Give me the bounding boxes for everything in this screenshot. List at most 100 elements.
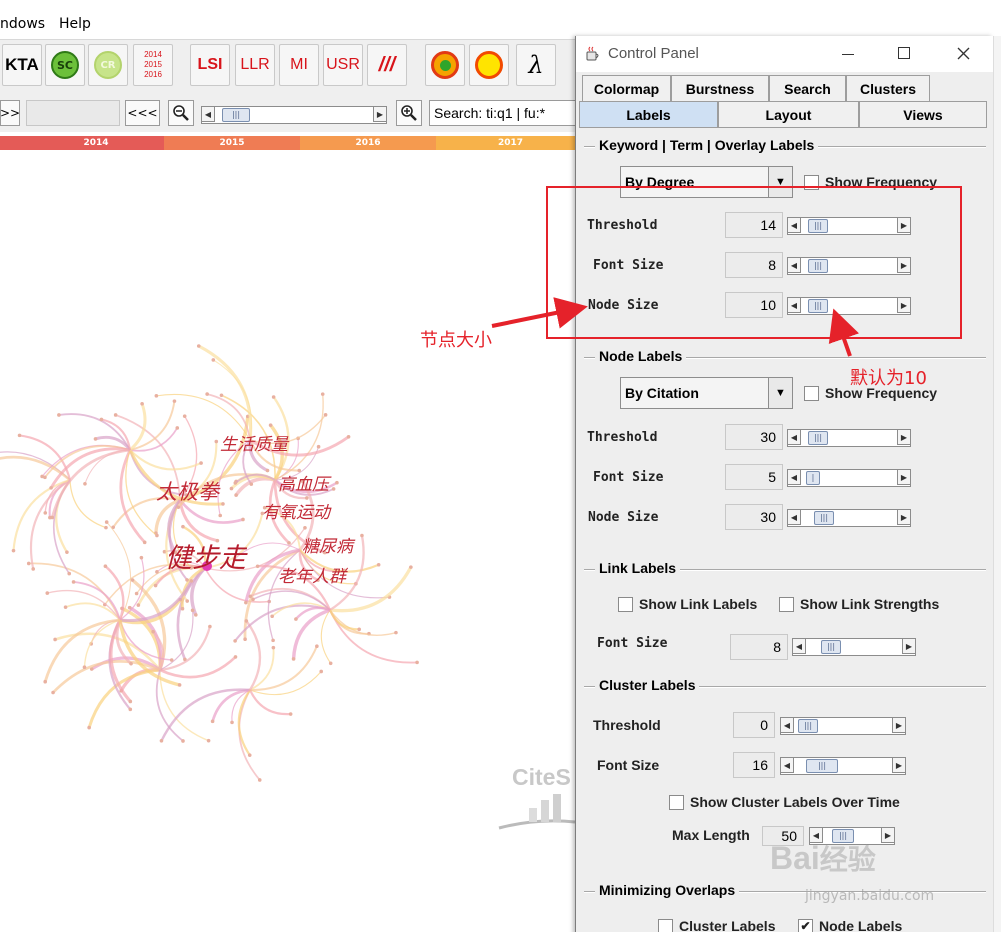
network-node[interactable] (244, 619, 249, 623)
network-node[interactable] (136, 603, 141, 607)
network-node[interactable] (287, 541, 291, 545)
scroll-left-arrow[interactable]: ◀ (201, 106, 215, 122)
forward-button[interactable]: >> (0, 100, 20, 126)
network-node[interactable] (210, 719, 215, 724)
network-node[interactable] (142, 540, 147, 545)
overlap-cluster-labels[interactable]: Cluster Labels (658, 918, 775, 932)
search-field[interactable]: Search: ti:q1 | fu:* (429, 100, 579, 126)
checkbox-checked[interactable]: ✔ (798, 918, 813, 932)
zoom-in-button[interactable] (396, 100, 422, 126)
checkbox-unchecked[interactable] (669, 794, 684, 810)
slider-left-arrow[interactable]: ◀ (780, 757, 794, 773)
close-icon[interactable] (957, 47, 970, 60)
network-node[interactable] (180, 606, 185, 611)
network-node[interactable] (189, 579, 194, 583)
network-node[interactable] (243, 637, 247, 642)
label-elderly[interactable]: 老年人群 (278, 562, 346, 587)
label-diabetes[interactable]: 糖尿病 (302, 532, 353, 557)
slider-right-arrow[interactable]: ▶ (881, 827, 895, 843)
blank-field[interactable] (26, 100, 120, 126)
tab-clusters[interactable]: Clusters (846, 75, 930, 101)
network-node[interactable] (172, 399, 177, 403)
slider-left-arrow[interactable]: ◀ (787, 469, 801, 485)
usr-button[interactable]: USR (323, 44, 363, 86)
network-node[interactable] (57, 413, 61, 417)
network-node[interactable] (255, 564, 260, 569)
network-node[interactable] (270, 614, 274, 619)
node-font-size-slider[interactable]: ◀ | ▶ (787, 469, 911, 487)
network-node[interactable] (151, 629, 155, 634)
network-node[interactable] (251, 597, 255, 602)
network-node[interactable] (257, 778, 262, 782)
network-node[interactable] (128, 707, 133, 712)
cluster-threshold-value[interactable]: 0 (733, 712, 775, 738)
network-node[interactable] (49, 486, 53, 490)
network-node[interactable] (43, 475, 47, 480)
tab-colormap[interactable]: Colormap (582, 75, 671, 101)
cluster-threshold-slider[interactable]: ◀ ||| ▶ (780, 717, 906, 735)
menu-windows[interactable]: ndows (0, 16, 45, 32)
network-node[interactable] (214, 439, 219, 444)
network-node[interactable] (175, 426, 180, 430)
network-node[interactable] (139, 555, 144, 560)
zoom-out-button[interactable] (168, 100, 194, 126)
slider-right-arrow[interactable]: ▶ (892, 757, 906, 773)
node-node-size-slider[interactable]: ◀ ||| ▶ (787, 509, 911, 527)
slider-left-arrow[interactable]: ◀ (792, 638, 806, 654)
tab-burstness[interactable]: Burstness (671, 75, 769, 101)
network-node[interactable] (113, 413, 118, 417)
cluster-font-size-slider[interactable]: ◀ ||| ▶ (780, 757, 906, 775)
network-node[interactable] (194, 613, 198, 617)
slider-right-arrow[interactable]: ▶ (902, 638, 916, 654)
network-node[interactable] (199, 461, 203, 465)
network-node[interactable] (185, 599, 190, 603)
label-taichi[interactable]: 太极拳 (156, 476, 219, 506)
kta-button[interactable]: KTA (2, 44, 42, 86)
network-node[interactable] (45, 591, 50, 595)
network-node[interactable] (153, 583, 158, 588)
sc-button[interactable]: SC (45, 44, 85, 86)
network-node[interactable] (185, 578, 189, 582)
network-node[interactable] (206, 738, 211, 743)
network-node[interactable] (288, 712, 293, 716)
checkbox-unchecked[interactable] (658, 918, 673, 932)
network-node[interactable] (241, 517, 245, 522)
node-threshold-value[interactable]: 30 (725, 424, 783, 450)
cr-button[interactable]: CR (88, 44, 128, 86)
slider-right-arrow[interactable]: ▶ (897, 509, 911, 525)
network-node[interactable] (87, 725, 91, 730)
network-node[interactable] (328, 661, 333, 666)
network-node[interactable] (233, 655, 238, 659)
slider-thumb[interactable]: ||| (814, 511, 834, 525)
tab-labels[interactable]: Labels (579, 101, 718, 127)
network-node[interactable] (17, 433, 22, 438)
label-aerobic[interactable]: 有氧运动 (262, 498, 330, 523)
network-node[interactable] (53, 637, 57, 642)
maximize-icon[interactable] (898, 47, 910, 59)
network-node[interactable] (140, 402, 144, 406)
network-node[interactable] (50, 515, 55, 520)
network-node[interactable] (155, 570, 159, 574)
network-node[interactable] (26, 561, 31, 566)
network-node[interactable] (67, 571, 72, 576)
network-node[interactable] (244, 600, 248, 605)
network-node[interactable] (315, 644, 319, 648)
cluster-font-size-value[interactable]: 16 (733, 752, 775, 778)
network-node[interactable] (219, 393, 224, 398)
network-node[interactable] (190, 608, 195, 613)
slider-right-arrow[interactable]: ▶ (892, 717, 906, 733)
network-node[interactable] (208, 624, 212, 629)
network-node[interactable] (128, 699, 133, 704)
scroll-right-arrow[interactable]: ▶ (373, 106, 387, 122)
show-cluster-labels-over-time[interactable]: Show Cluster Labels Over Time (669, 794, 900, 810)
checkbox-unchecked[interactable] (779, 596, 794, 612)
network-node[interactable] (331, 487, 336, 491)
network-node[interactable] (323, 413, 328, 417)
network-node[interactable] (130, 578, 135, 582)
network-node[interactable] (181, 524, 185, 529)
network-node[interactable] (360, 533, 364, 538)
network-node[interactable] (43, 511, 48, 515)
network-node[interactable] (218, 513, 223, 518)
network-node[interactable] (211, 358, 216, 362)
label-hypertension[interactable]: 高血压 (278, 470, 329, 495)
